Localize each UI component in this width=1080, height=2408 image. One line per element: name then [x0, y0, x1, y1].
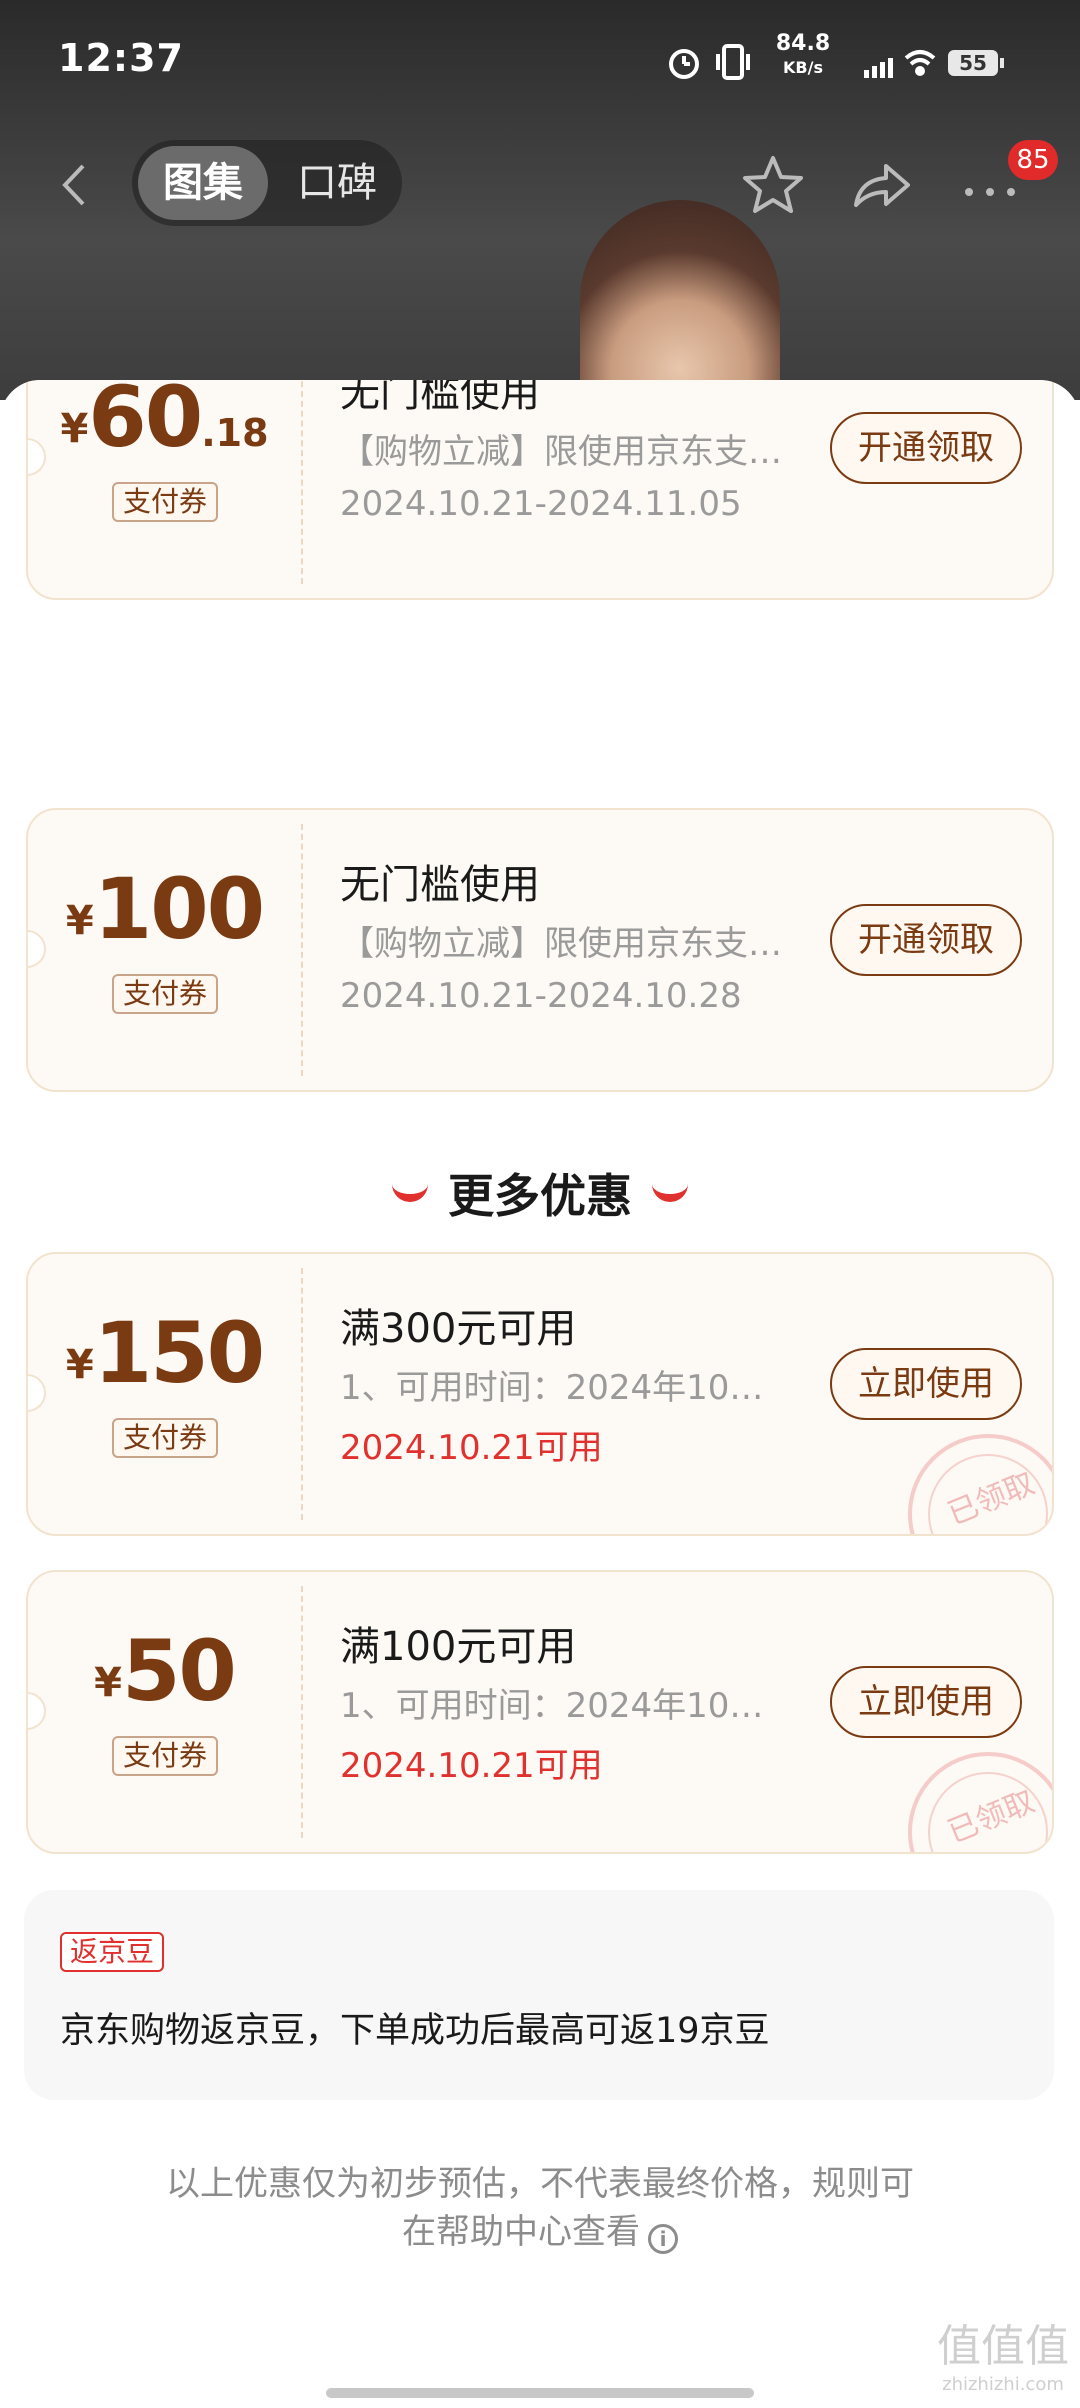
top-nav: 图集 口碑 85: [0, 140, 1080, 230]
card-divider: [301, 1586, 303, 1838]
coupon-date: 2024.10.21-2024.11.05: [340, 484, 742, 524]
back-icon: [62, 164, 85, 206]
coupon-card[interactable]: ¥150 支付券 满300元可用 1、可用时间：2024年10… 2024.10…: [26, 1252, 1054, 1536]
coupon-card[interactable]: ¥50 支付券 满100元可用 1、可用时间：2024年10… 2024.10.…: [26, 1570, 1054, 1854]
vibrate-icon: [716, 44, 750, 80]
disclaimer-line-1: 以上优惠仅为初步预估，不代表最终价格，规则可: [166, 2164, 914, 2204]
status-bar: 12:37 84.8 KB/s 55: [0, 0, 1080, 120]
tab-gallery[interactable]: 图集: [138, 146, 268, 220]
coupon-title: 满300元可用: [340, 1306, 577, 1352]
claimed-stamp: 已领取: [908, 1752, 1052, 1852]
more-offers-heading: 更多优惠: [0, 1160, 1080, 1226]
jd-bean-reward: 返京豆 京东购物返京豆，下单成功后最高可返19京豆: [24, 1890, 1054, 2100]
coupon-title: 无门槛使用: [340, 380, 540, 416]
coupon-amount: ¥150: [65, 1304, 265, 1402]
coupon-amount: ¥50: [94, 1622, 237, 1720]
status-time: 12:37: [58, 36, 184, 80]
wifi-icon: [904, 50, 936, 76]
coupon-sheet: 优惠 ¥60.18 支付券 无门槛使用 【购物立减】限使用京东支… 2024.1…: [0, 380, 1080, 2408]
claim-button[interactable]: 开通领取: [830, 904, 1022, 976]
home-indicator[interactable]: [326, 2388, 754, 2398]
coupon-title: 满100元可用: [340, 1624, 577, 1670]
bean-tag: 返京豆: [60, 1932, 165, 1972]
coupon-desc: 【购物立减】限使用京东支…: [340, 924, 780, 964]
tab-reviews[interactable]: 口碑: [282, 146, 392, 220]
smile-icon: [392, 1178, 428, 1202]
card-divider: [301, 380, 303, 584]
card-divider: [301, 824, 303, 1076]
coupon-date: 2024.10.21可用: [340, 1428, 603, 1468]
net-speed: 84.8 KB/s: [775, 31, 831, 78]
coupon-desc: 【购物立减】限使用京东支…: [340, 432, 780, 472]
coupon-amount: ¥60.18: [60, 380, 269, 466]
back-button[interactable]: [55, 160, 95, 210]
use-now-button[interactable]: 立即使用: [830, 1348, 1022, 1420]
claimed-stamp: 已领取: [908, 1434, 1052, 1534]
coupon-date: 2024.10.21-2024.10.28: [340, 976, 742, 1016]
coupon-amount: ¥100: [65, 860, 265, 958]
battery-level: 55: [959, 51, 987, 75]
coupon-type-tag: 支付券: [112, 482, 218, 522]
use-now-button[interactable]: 立即使用: [830, 1666, 1022, 1738]
card-divider: [301, 1268, 303, 1520]
claim-button[interactable]: 开通领取: [830, 412, 1022, 484]
coupon-card[interactable]: ¥60.18 支付券 无门槛使用 【购物立减】限使用京东支… 2024.10.2…: [26, 380, 1054, 600]
status-icons: 84.8 KB/s 55: [660, 32, 1080, 88]
coupon-card[interactable]: ¥100 支付券 无门槛使用 【购物立减】限使用京东支… 2024.10.21-…: [26, 808, 1054, 1092]
coupon-type-tag: 支付券: [112, 1418, 218, 1458]
watermark: 值值值 zhizhizhi.com: [928, 2310, 1078, 2395]
alarm-icon: [669, 49, 699, 79]
smile-icon: [652, 1178, 688, 1202]
signal-icon: [864, 58, 893, 78]
coupon-title: 无门槛使用: [340, 862, 540, 908]
coupon-type-tag: 支付券: [112, 1736, 218, 1776]
share-icon: [854, 164, 910, 207]
star-icon: [743, 156, 803, 213]
share-button[interactable]: [846, 150, 916, 220]
coupon-desc: 1、可用时间：2024年10…: [340, 1686, 764, 1726]
coupon-desc: 1、可用时间：2024年10…: [340, 1368, 764, 1408]
bean-text: 京东购物返京豆，下单成功后最高可返19京豆: [60, 2011, 770, 2051]
favorite-button[interactable]: [738, 150, 808, 220]
info-icon[interactable]: i: [648, 2224, 678, 2254]
coupon-date: 2024.10.21可用: [340, 1746, 603, 1786]
coupon-type-tag: 支付券: [112, 974, 218, 1014]
product-photo: [580, 200, 780, 400]
view-switch: 图集 口碑: [132, 140, 402, 226]
watermark-main: 值值值: [937, 2321, 1069, 2372]
disclaimer: 以上优惠仅为初步预估，不代表最终价格，规则可 在帮助中心查看 i: [0, 2160, 1080, 2256]
watermark-sub: zhizhizhi.com: [942, 2374, 1064, 2395]
message-count-badge: 85: [1008, 140, 1058, 180]
disclaimer-line-2[interactable]: 在帮助中心查看 i: [0, 2208, 1080, 2256]
